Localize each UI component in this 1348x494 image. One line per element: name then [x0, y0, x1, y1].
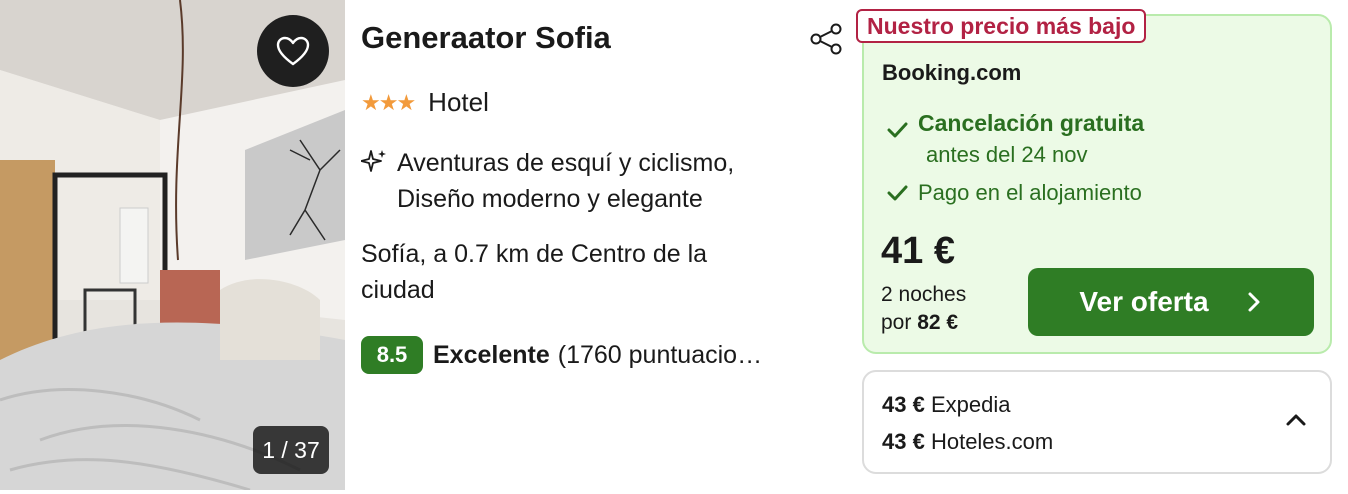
- other-offer-provider: Expedia: [930, 392, 1011, 417]
- feature-line: Aventuras de esquí y ciclismo,: [397, 149, 735, 177]
- cancellation-title: Cancelación gratuita: [918, 110, 1145, 136]
- view-offer-label: Ver oferta: [1079, 286, 1209, 317]
- hotel-photo[interactable]: 1 / 37: [0, 0, 345, 490]
- review-count: (1760 puntuaciones): [557, 340, 776, 369]
- chevron-right-icon: [1248, 292, 1260, 312]
- offer-provider: Booking.com: [882, 60, 1022, 85]
- star-rating: ★★★: [361, 89, 416, 115]
- hotel-category: ★★★ Hotel: [361, 87, 489, 118]
- heart-icon: [276, 36, 310, 66]
- rating-label: Excelente: [433, 340, 550, 369]
- lowest-price-badge: Nuestro precio más bajo: [856, 9, 1147, 43]
- view-offer-button[interactable]: Ver oferta: [1028, 268, 1314, 336]
- pay-at-property: Pago en el alojamiento: [886, 180, 1142, 206]
- share-icon[interactable]: [808, 22, 844, 56]
- other-offer-price: 43 €: [882, 392, 925, 417]
- payment-text: Pago en el alojamiento: [918, 180, 1142, 205]
- total-price: 2 noches por 82 €: [881, 281, 966, 337]
- rating-score-badge: 8.5: [361, 336, 423, 374]
- cancellation-deadline: antes del 24 nov: [926, 142, 1088, 167]
- nightly-price: 41 €: [881, 230, 955, 272]
- nights-count: 2 noches: [881, 283, 967, 306]
- check-icon: [887, 122, 908, 138]
- hotel-name[interactable]: Generaator Sofia: [361, 20, 611, 56]
- sparkles-icon: [361, 150, 386, 172]
- other-offer-row[interactable]: 43 € Hoteles.com: [882, 429, 1053, 455]
- hotel-location: Sofía, a 0.7 km de Centro de la ciudad: [361, 240, 708, 304]
- hotel-features: Aventuras de esquí y ciclismo, Diseño mo…: [361, 145, 734, 217]
- free-cancellation: Cancelación gratuita antes del 24 nov: [886, 108, 1144, 172]
- best-offer-card[interactable]: Booking.com Cancelación gratuita antes d…: [862, 14, 1332, 354]
- other-offer-row[interactable]: 43 € Expedia: [882, 392, 1010, 418]
- other-offers[interactable]: 43 € Expedia 43 € Hoteles.com: [862, 370, 1332, 474]
- hotel-type: Hotel: [428, 87, 489, 117]
- other-offer-price: 43 €: [882, 429, 925, 454]
- favorite-button[interactable]: [257, 15, 329, 87]
- check-icon: [887, 185, 908, 201]
- total-prefix: por: [881, 311, 912, 334]
- chevron-up-icon[interactable]: [1284, 410, 1308, 430]
- feature-line: Diseño moderno y elegante: [397, 185, 703, 213]
- other-offer-provider: Hoteles.com: [930, 429, 1054, 454]
- photo-counter: 1 / 37: [253, 426, 329, 474]
- rating-row[interactable]: 8.5 Excelente (1760 puntuaciones): [361, 336, 776, 374]
- total-amount: 82 €: [917, 311, 959, 334]
